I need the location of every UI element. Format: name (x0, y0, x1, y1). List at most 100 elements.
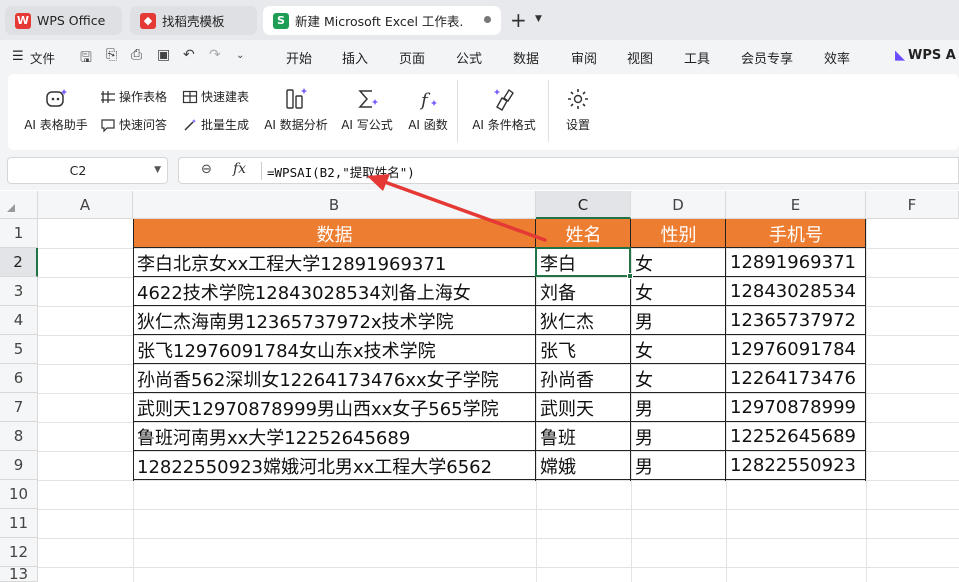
zoom-search-icon[interactable]: ⊖ (201, 162, 212, 177)
table-cell-name[interactable]: 狄仁杰 (536, 306, 631, 335)
new-tab-plus-icon[interactable]: + (510, 8, 527, 32)
table-cell-data[interactable]: 李白北京女xx工程大学12891969371 (133, 248, 536, 277)
name-box[interactable]: C2 ▼ (7, 157, 168, 184)
table-cell-data[interactable]: 武则天12970878999男山西xx女子565学院 (133, 393, 536, 422)
ai-table-assistant-button[interactable]: AI 表格助手 (20, 86, 92, 133)
tab-docer-templates[interactable]: ◆ 找稻壳模板 (130, 6, 257, 35)
row-header-8[interactable]: 8 (0, 422, 38, 451)
row-header-9[interactable]: 9 (0, 451, 38, 480)
menu-review[interactable]: 审阅 (571, 48, 597, 67)
row-header-13[interactable]: 13 (0, 567, 38, 582)
ai-data-analysis-button[interactable]: AI 数据分析 (260, 86, 332, 133)
menu-formula[interactable]: 公式 (456, 48, 482, 67)
table-cell-name[interactable]: 鲁班 (536, 422, 631, 451)
table-cell-gender[interactable]: 女 (631, 248, 726, 277)
column-header-b[interactable]: B (133, 191, 536, 219)
row-header-4[interactable]: 4 (0, 306, 38, 335)
table-cell-gender[interactable]: 女 (631, 335, 726, 364)
menu-page[interactable]: 页面 (399, 48, 425, 67)
batch-generate-button[interactable]: 批量生成 (182, 116, 249, 133)
tab-excel-workbook[interactable]: S 新建 Microsoft Excel 工作表. (263, 6, 501, 35)
menu-insert[interactable]: 插入 (342, 48, 368, 67)
operate-table-button[interactable]: 操作表格 (100, 88, 167, 105)
menu-home[interactable]: 开始 (286, 48, 312, 67)
table-cell-name[interactable]: 孙尚香 (536, 364, 631, 393)
table-cell-name[interactable]: 嫦娥 (536, 451, 631, 480)
row-header-5[interactable]: 5 (0, 335, 38, 364)
table-header-gender[interactable]: 性别 (631, 219, 726, 248)
column-header-a[interactable]: A (38, 191, 133, 219)
table-cell-gender[interactable]: 男 (631, 393, 726, 422)
row-header-3[interactable]: 3 (0, 277, 38, 306)
unsaved-dot-icon[interactable] (484, 16, 491, 23)
table-cell-data[interactable]: 狄仁杰海南男12365737972x技术学院 (133, 306, 536, 335)
hamburger-menu-icon[interactable]: ☰ (12, 49, 24, 64)
table-cell-phone[interactable]: 12252645689 (726, 422, 866, 451)
table-cell-data[interactable]: 12822550923嫦娥河北男xx工程大学6562 (133, 451, 536, 480)
row-header-1[interactable]: 1 (0, 219, 38, 248)
row-header-11[interactable]: 11 (0, 509, 38, 538)
formula-bar[interactable]: ⊖ fx =WPSAI(B2,"提取姓名") (178, 157, 959, 184)
table-cell-name[interactable]: 刘备 (536, 277, 631, 306)
table-cell-name[interactable]: 武则天 (536, 393, 631, 422)
row-header-2[interactable]: 2 (0, 248, 38, 277)
select-all-corner[interactable] (0, 191, 38, 219)
menu-tools[interactable]: 工具 (684, 48, 710, 67)
fx-icon[interactable]: fx (233, 161, 246, 177)
table-border (133, 334, 866, 335)
table-cell-gender[interactable]: 男 (631, 422, 726, 451)
ai-conditional-format-button[interactable]: AI 条件格式 (466, 86, 542, 133)
print-icon[interactable]: ⎙ (131, 47, 142, 63)
chevron-down-icon[interactable]: ▼ (535, 14, 542, 24)
table-header-name[interactable]: 姓名 (536, 219, 631, 248)
quick-ask-button[interactable]: 快速问答 (100, 116, 167, 133)
table-cell-data[interactable]: 鲁班河南男xx大学12252645689 (133, 422, 536, 451)
table-cell-gender[interactable]: 男 (631, 306, 726, 335)
print-preview-icon[interactable]: ▣ (157, 47, 170, 63)
quick-build-table-button[interactable]: 快速建表 (182, 88, 249, 105)
save-icon[interactable]: 🖫 (80, 47, 92, 71)
ribbon-separator (548, 80, 549, 142)
tab-wps-office[interactable]: W WPS Office (5, 6, 122, 35)
chevron-down-icon[interactable]: ▼ (154, 165, 161, 175)
menu-data[interactable]: 数据 (513, 48, 539, 67)
export-icon[interactable]: ⎘ (106, 47, 117, 63)
row-header-12[interactable]: 12 (0, 538, 38, 567)
row-header-10[interactable]: 10 (0, 480, 38, 509)
formula-input[interactable]: =WPSAI(B2,"提取姓名") (267, 162, 415, 181)
table-cell-phone[interactable]: 12970878999 (726, 393, 866, 422)
menu-wps-ai[interactable]: ◣ WPS A (895, 48, 956, 63)
table-header-data[interactable]: 数据 (133, 219, 536, 248)
table-cell-phone[interactable]: 12264173476 (726, 364, 866, 393)
table-cell-phone[interactable]: 12976091784 (726, 335, 866, 364)
column-header-e[interactable]: E (726, 191, 866, 219)
table-cell-data[interactable]: 孙尚香562深圳女12264173476xx女子学院 (133, 364, 536, 393)
table-cell-name[interactable]: 张飞 (536, 335, 631, 364)
table-cell-gender[interactable]: 女 (631, 277, 726, 306)
table-cell-data[interactable]: 4622技术学院12843028534刘备上海女 (133, 277, 536, 306)
quick-access-dropdown-icon[interactable]: ⌄ (236, 50, 244, 61)
row-header-7[interactable]: 7 (0, 393, 38, 422)
ai-write-formula-button[interactable]: AI 写公式 (336, 86, 398, 133)
table-cell-phone[interactable]: 12891969371 (726, 248, 866, 277)
fill-handle[interactable] (627, 273, 633, 279)
menu-member[interactable]: 会员专享 (741, 48, 793, 67)
table-cell-data[interactable]: 张飞12976091784女山东x技术学院 (133, 335, 536, 364)
file-menu[interactable]: 文件 (30, 48, 55, 67)
row-header-6[interactable]: 6 (0, 364, 38, 393)
undo-icon[interactable]: ↶ (183, 47, 195, 63)
column-header-c[interactable]: C (536, 191, 631, 219)
settings-button[interactable]: 设置 (558, 86, 598, 133)
table-cell-gender[interactable]: 男 (631, 451, 726, 480)
table-header-phone[interactable]: 手机号 (726, 219, 866, 248)
table-cell-phone[interactable]: 12843028534 (726, 277, 866, 306)
column-header-d[interactable]: D (631, 191, 726, 219)
ai-function-button[interactable]: f AI 函数 (400, 86, 456, 133)
table-cell-gender[interactable]: 女 (631, 364, 726, 393)
redo-icon[interactable]: ↷ (209, 47, 221, 63)
table-cell-phone[interactable]: 12365737972 (726, 306, 866, 335)
table-cell-phone[interactable]: 12822550923 (726, 451, 866, 480)
menu-efficiency[interactable]: 效率 (824, 48, 850, 67)
column-header-f[interactable]: F (866, 191, 959, 219)
menu-view[interactable]: 视图 (627, 48, 653, 67)
